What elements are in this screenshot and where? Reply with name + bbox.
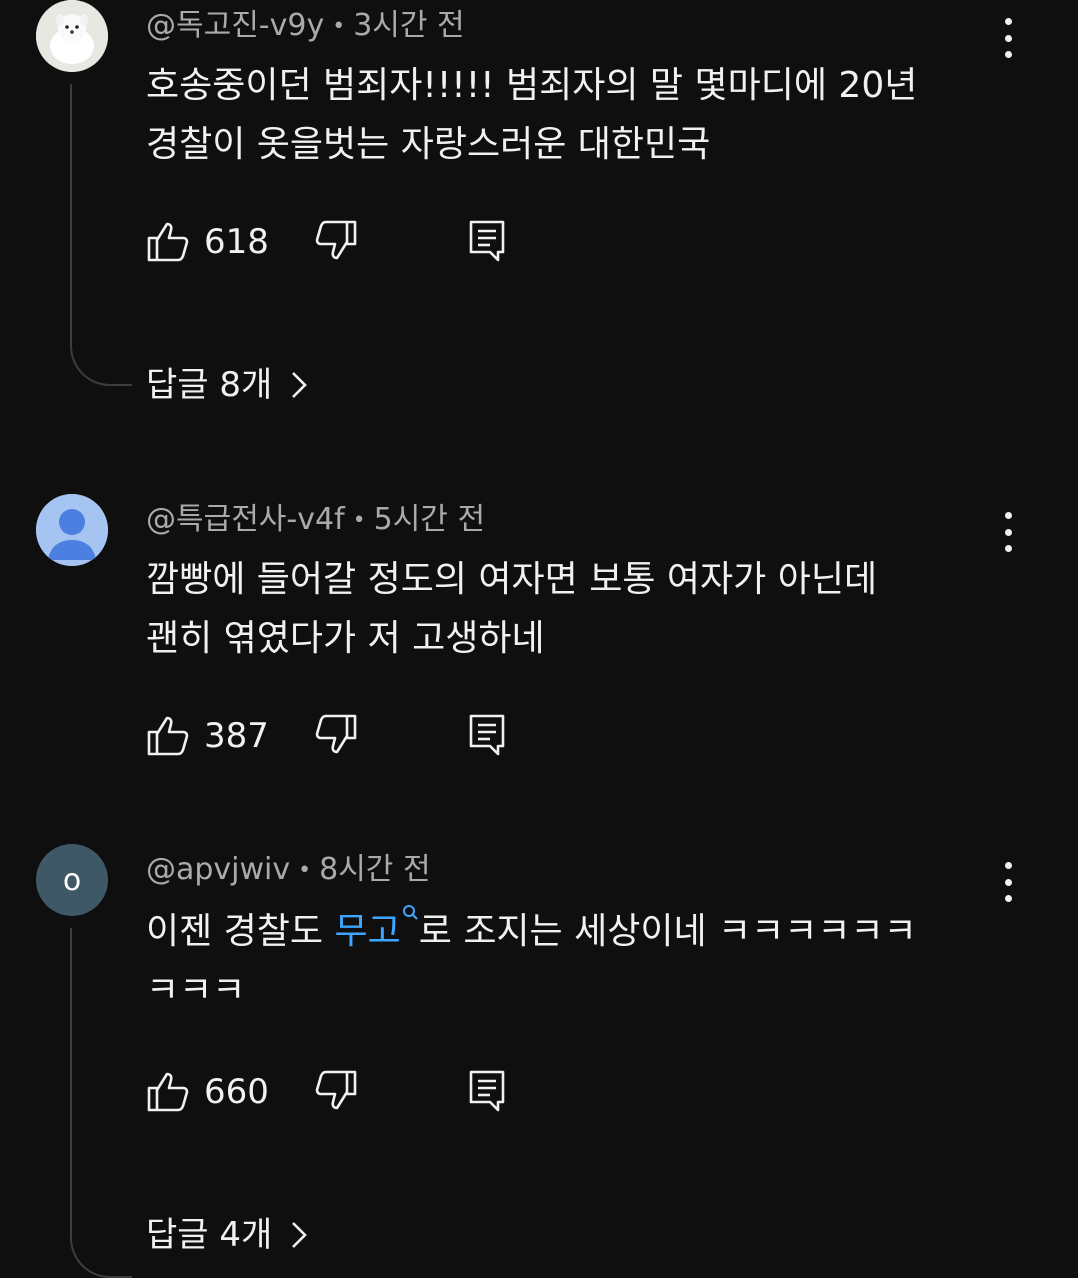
- avatar[interactable]: [36, 494, 108, 566]
- thumbs-down-icon[interactable]: [314, 1068, 358, 1114]
- separator-dot: •: [332, 13, 346, 39]
- replies-label: 답글 8개: [146, 365, 273, 405]
- timestamp: 8시간 전: [319, 852, 431, 887]
- replies-label: 답글 4개: [146, 1215, 273, 1255]
- thumbs-down-icon[interactable]: [314, 218, 358, 264]
- chevron-right-icon: [292, 1222, 308, 1248]
- avatar[interactable]: o: [36, 844, 108, 916]
- search-link[interactable]: 무고: [335, 911, 401, 952]
- separator-dot: •: [352, 507, 366, 533]
- thumbs-down-icon[interactable]: [314, 712, 358, 758]
- timestamp: 5시간 전: [373, 502, 486, 537]
- chevron-right-icon: [292, 372, 308, 398]
- comment-text: 깜빵에 들어갈 정도의 여자면 보통 여자가 아닌데 괜히 엮였다가 저 고생하…: [146, 550, 1006, 668]
- comment-text-line: 경찰이 옷을벗는 자랑스러운 대한민국: [146, 124, 711, 165]
- replies-button[interactable]: 답글 4개: [146, 1214, 308, 1256]
- search-icon[interactable]: [401, 904, 419, 924]
- reply-icon[interactable]: [468, 1068, 506, 1114]
- more-vert-icon[interactable]: [996, 512, 1020, 552]
- replies-button[interactable]: 답글 8개: [146, 364, 308, 406]
- dog-avatar-icon: [36, 0, 108, 72]
- comment-text-line: 깜빵에 들어갈 정도의 여자면 보통 여자가 아닌데: [146, 559, 878, 600]
- author-name[interactable]: @특급전사-v4f: [146, 502, 345, 537]
- reply-icon[interactable]: [468, 712, 506, 758]
- comment-text: 이젠 경찰도 무고 로 조지는 세상이네 ㅋㅋㅋㅋㅋㅋ ㅋㅋㅋ: [146, 902, 1006, 1020]
- text-segment: 로 조지는 세상이네 ㅋㅋㅋㅋㅋㅋ: [418, 911, 917, 952]
- like-count: 618: [204, 222, 269, 262]
- more-vert-icon[interactable]: [996, 862, 1020, 902]
- thumbs-up-icon[interactable]: [146, 1068, 190, 1114]
- separator-dot: •: [298, 857, 312, 883]
- reply-icon[interactable]: [468, 218, 506, 264]
- person-avatar-icon: [36, 494, 108, 566]
- timestamp: 3시간 전: [353, 8, 465, 43]
- comment-text-line: 호송중이던 범죄자!!!!! 범죄자의 말 몇마디에 20년: [146, 65, 918, 106]
- author-name[interactable]: @독고진-v9y: [146, 8, 324, 43]
- like-count: 660: [204, 1072, 269, 1112]
- comment-text: 호송중이던 범죄자!!!!! 범죄자의 말 몇마디에 20년 경찰이 옷을벗는 …: [146, 56, 1006, 174]
- comment-actions: 387: [146, 712, 546, 762]
- like-count: 387: [204, 716, 269, 756]
- more-vert-icon[interactable]: [996, 18, 1020, 58]
- comment-meta: @apvjwiv • 8시간 전: [146, 852, 431, 889]
- comment-actions: 618: [146, 218, 546, 268]
- thread-line: [70, 928, 132, 1278]
- thread-line: [70, 84, 132, 386]
- text-segment: 이젠 경찰도: [146, 911, 335, 952]
- comment-text-line: 이젠 경찰도 무고 로 조지는 세상이네 ㅋㅋㅋㅋㅋㅋ: [146, 902, 1006, 961]
- avatar[interactable]: [36, 0, 108, 72]
- thumbs-up-icon[interactable]: [146, 712, 190, 758]
- comment-actions: 660: [146, 1068, 546, 1118]
- author-name[interactable]: @apvjwiv: [146, 852, 290, 887]
- comment-text-line: ㅋㅋㅋ: [146, 970, 246, 1011]
- comment-meta: @독고진-v9y • 3시간 전: [146, 8, 465, 45]
- comment-meta: @특급전사-v4f • 5시간 전: [146, 502, 485, 539]
- comment-text-line: 괜히 엮였다가 저 고생하네: [146, 618, 545, 659]
- thumbs-up-icon[interactable]: [146, 218, 190, 264]
